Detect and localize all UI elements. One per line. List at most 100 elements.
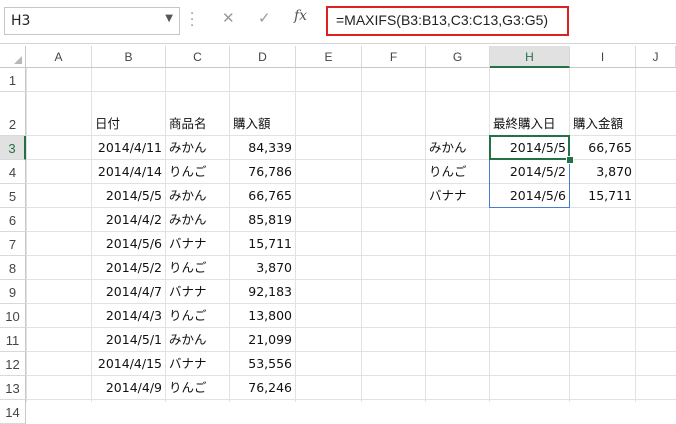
- row-header-4[interactable]: 4: [0, 160, 26, 184]
- cell-summary-amount[interactable]: 66,765: [570, 136, 636, 160]
- insert-function-icon[interactable]: fx: [294, 8, 307, 24]
- cell-product[interactable]: バナナ: [166, 280, 230, 304]
- cell-date[interactable]: 2014/4/2: [92, 208, 166, 232]
- row-header-8[interactable]: 8: [0, 256, 26, 280]
- cell-date[interactable]: 2014/5/5: [92, 184, 166, 208]
- cell-amount[interactable]: 13,800: [230, 304, 296, 328]
- gridline-horizontal: [26, 91, 676, 92]
- row-header-3[interactable]: 3: [0, 136, 26, 160]
- cell-amount[interactable]: 84,339: [230, 136, 296, 160]
- cell-date[interactable]: 2014/4/11: [92, 136, 166, 160]
- row-number: 4: [8, 165, 17, 180]
- cell-product[interactable]: バナナ: [166, 352, 230, 376]
- row-number: 10: [5, 309, 20, 324]
- cell-amount[interactable]: 76,786: [230, 160, 296, 184]
- cell-amount[interactable]: 92,183: [230, 280, 296, 304]
- cell-product[interactable]: みかん: [166, 328, 230, 352]
- row-header-12[interactable]: 12: [0, 352, 26, 376]
- cell-summary-last-date[interactable]: 2014/5/5: [490, 136, 570, 160]
- row-header-9[interactable]: 9: [0, 280, 26, 304]
- select-all-icon: [14, 56, 22, 64]
- cell-product[interactable]: みかん: [166, 208, 230, 232]
- row-number: 11: [5, 333, 20, 348]
- column-header-a[interactable]: A: [26, 46, 92, 68]
- row-number: 6: [8, 213, 17, 228]
- worksheet-grid: ABCDEFGHIJ 1 2 3 4 5 6 7 8 9 10 11 12 13 14 日付 商品名 購入額最…: [0, 46, 676, 424]
- cell-date[interactable]: 2014/4/3: [92, 304, 166, 328]
- select-all-corner[interactable]: [0, 46, 26, 68]
- header-last-purchase-date[interactable]: 最終購入日: [490, 112, 570, 136]
- cell-area[interactable]: 日付 商品名 購入額 最終購入日 購入金額 2014/4/11 みかん 84,339 2014/…: [26, 68, 676, 402]
- cell-summary-product[interactable]: りんご: [426, 160, 490, 184]
- column-header-e[interactable]: E: [296, 46, 362, 68]
- row-header-11[interactable]: 11: [0, 328, 26, 352]
- row-header-14[interactable]: 14: [0, 400, 26, 424]
- name-box[interactable]: H3 ▼: [4, 7, 180, 35]
- cell-date[interactable]: 2014/5/1: [92, 328, 166, 352]
- excel-window: H3 ▼ · · · ✕ ✓ fx =MAXIFS(B3:B13,C3:C13,G3…: [0, 0, 676, 424]
- row-header-6[interactable]: 6: [0, 208, 26, 232]
- row-number: 13: [5, 381, 20, 396]
- header-product[interactable]: 商品名: [166, 112, 230, 136]
- cell-date[interactable]: 2014/4/9: [92, 376, 166, 400]
- fill-handle[interactable]: [566, 156, 574, 164]
- cell-date[interactable]: 2014/4/15: [92, 352, 166, 376]
- cell-amount[interactable]: 66,765: [230, 184, 296, 208]
- cell-date[interactable]: 2014/5/2: [92, 256, 166, 280]
- row-header-5[interactable]: 5: [0, 184, 26, 208]
- cell-summary-amount[interactable]: 15,711: [570, 184, 636, 208]
- cell-summary-last-date[interactable]: 2014/5/2: [490, 160, 570, 184]
- row-number: 5: [8, 189, 17, 204]
- row-number: 14: [5, 405, 20, 420]
- column-header-g[interactable]: G: [426, 46, 490, 68]
- row-header-1[interactable]: 1: [0, 68, 26, 92]
- row-header-2[interactable]: 2: [0, 92, 26, 136]
- cell-product[interactable]: りんご: [166, 304, 230, 328]
- cell-amount[interactable]: 21,099: [230, 328, 296, 352]
- name-box-value: H3: [11, 13, 31, 29]
- column-header-c[interactable]: C: [166, 46, 230, 68]
- cell-date[interactable]: 2014/5/6: [92, 232, 166, 256]
- cell-product[interactable]: みかん: [166, 136, 230, 160]
- cell-amount[interactable]: 85,819: [230, 208, 296, 232]
- more-options-icon[interactable]: · · ·: [190, 8, 194, 33]
- cell-product[interactable]: りんご: [166, 376, 230, 400]
- cell-summary-product[interactable]: バナナ: [426, 184, 490, 208]
- cell-amount[interactable]: 3,870: [230, 256, 296, 280]
- column-header-b[interactable]: B: [92, 46, 166, 68]
- column-header-j[interactable]: J: [636, 46, 676, 68]
- header-purchase-amount[interactable]: 購入金額: [570, 112, 636, 136]
- column-header-d[interactable]: D: [230, 46, 296, 68]
- cell-summary-amount[interactable]: 3,870: [570, 160, 636, 184]
- header-date[interactable]: 日付: [92, 112, 166, 136]
- formula-bar: H3 ▼ · · · ✕ ✓ fx =MAXIFS(B3:B13,C3:C13,G3…: [0, 0, 676, 44]
- cancel-icon[interactable]: ✕: [222, 9, 235, 27]
- formula-input[interactable]: =MAXIFS(B3:B13,C3:C13,G3:G5): [326, 6, 569, 36]
- cell-amount[interactable]: 15,711: [230, 232, 296, 256]
- cell-summary-last-date[interactable]: 2014/5/6: [490, 184, 570, 208]
- chevron-down-icon[interactable]: ▼: [165, 13, 173, 24]
- cell-summary-product[interactable]: みかん: [426, 136, 490, 160]
- row-number: 12: [5, 357, 20, 372]
- row-number: 8: [8, 261, 17, 276]
- cell-product[interactable]: みかん: [166, 184, 230, 208]
- cell-amount[interactable]: 53,556: [230, 352, 296, 376]
- cell-product[interactable]: りんご: [166, 160, 230, 184]
- row-number: 9: [8, 285, 17, 300]
- cell-product[interactable]: りんご: [166, 256, 230, 280]
- cell-amount[interactable]: 76,246: [230, 376, 296, 400]
- column-header-f[interactable]: F: [362, 46, 426, 68]
- column-header-h[interactable]: H: [490, 46, 570, 68]
- cell-product[interactable]: バナナ: [166, 232, 230, 256]
- row-header-7[interactable]: 7: [0, 232, 26, 256]
- row-header-10[interactable]: 10: [0, 304, 26, 328]
- formula-text: =MAXIFS(B3:B13,C3:C13,G3:G5): [336, 12, 549, 28]
- row-number: 7: [8, 237, 17, 252]
- header-amount[interactable]: 購入額: [230, 112, 296, 136]
- enter-icon[interactable]: ✓: [258, 9, 271, 27]
- cell-date[interactable]: 2014/4/7: [92, 280, 166, 304]
- column-header-i[interactable]: I: [570, 46, 636, 68]
- row-number: 3: [8, 141, 16, 156]
- cell-date[interactable]: 2014/4/14: [92, 160, 166, 184]
- row-header-13[interactable]: 13: [0, 376, 26, 400]
